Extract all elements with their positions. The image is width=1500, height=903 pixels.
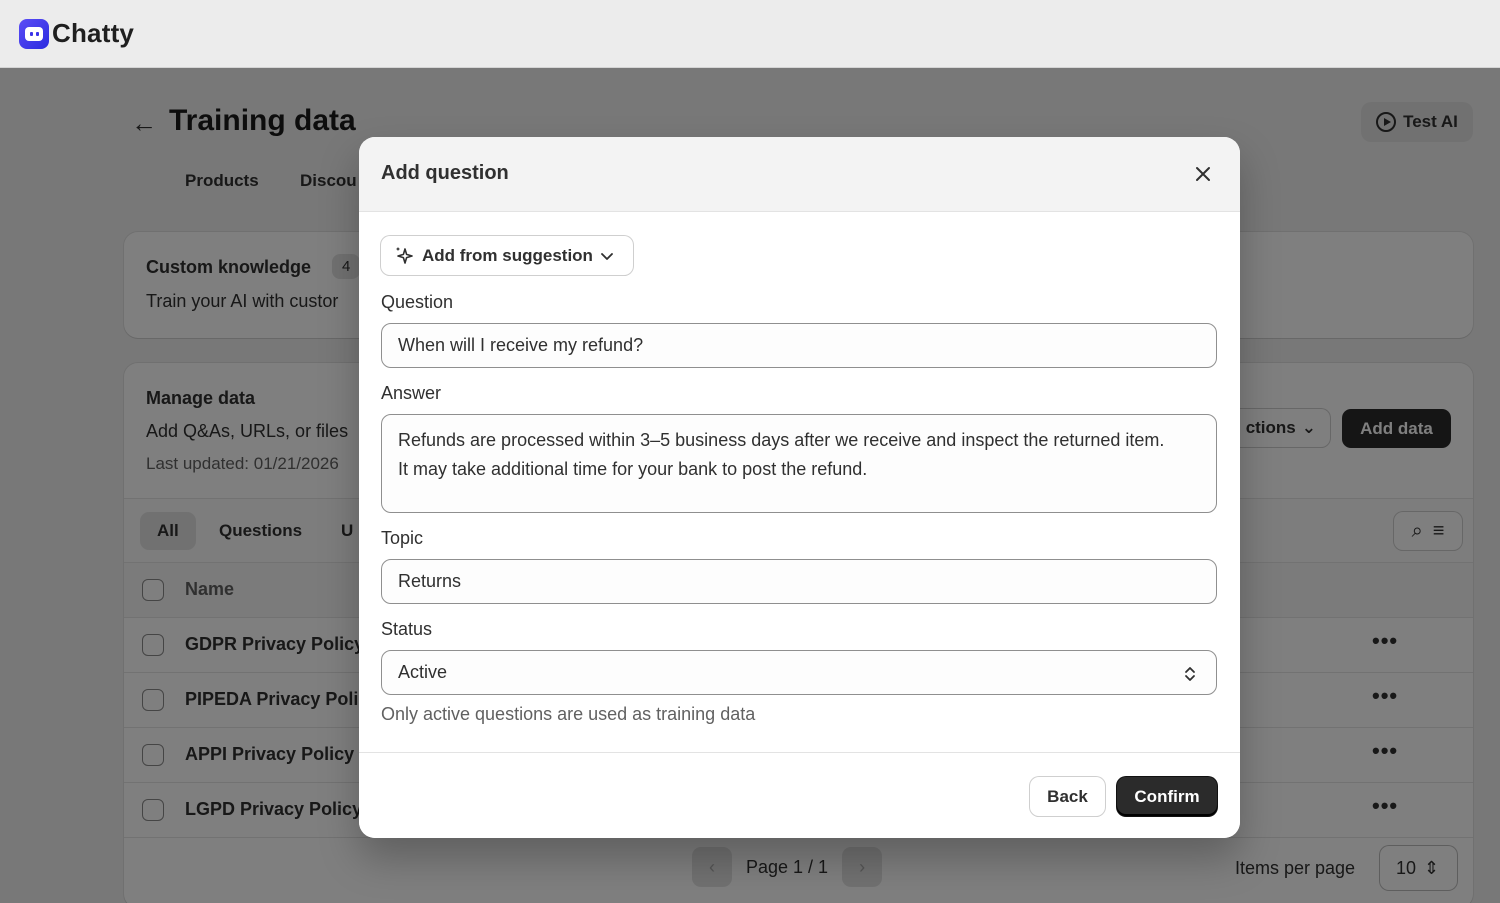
select-arrows-icon <box>1185 667 1195 681</box>
modal-title: Add question <box>381 162 509 184</box>
topic-input[interactable]: Returns <box>381 559 1217 604</box>
top-bar: Chatty <box>0 0 1500 68</box>
status-label: Status <box>381 619 433 639</box>
add-question-modal: Add question Add from suggestion Questio… <box>359 137 1240 838</box>
back-button[interactable]: Back <box>1030 777 1105 816</box>
close-button[interactable] <box>1189 160 1217 188</box>
topic-label: Topic <box>381 528 424 548</box>
app-name: Chatty <box>52 18 135 48</box>
status-value: Active <box>398 662 448 682</box>
chevron-down-icon <box>601 252 613 260</box>
answer-label: Answer <box>381 383 442 403</box>
question-label: Question <box>381 292 454 312</box>
chatty-logo-icon <box>19 18 49 49</box>
status-help-text: Only active questions are used as traini… <box>381 704 756 724</box>
modal-header: Add question <box>359 137 1240 212</box>
sparkle-icon <box>396 246 413 264</box>
question-input[interactable]: When will I receive my refund? <box>381 323 1217 368</box>
modal-footer: Back Confirm <box>359 752 1240 838</box>
confirm-button[interactable]: Confirm <box>1117 777 1217 816</box>
app-logo[interactable]: Chatty <box>19 18 134 49</box>
close-icon <box>1196 167 1210 181</box>
add-from-suggestion-button[interactable]: Add from suggestion <box>381 236 633 275</box>
status-select[interactable]: Active <box>381 650 1217 695</box>
answer-textarea[interactable]: Refunds are processed within 3–5 busines… <box>381 414 1217 513</box>
add-from-suggestion-label: Add from suggestion <box>422 245 593 265</box>
